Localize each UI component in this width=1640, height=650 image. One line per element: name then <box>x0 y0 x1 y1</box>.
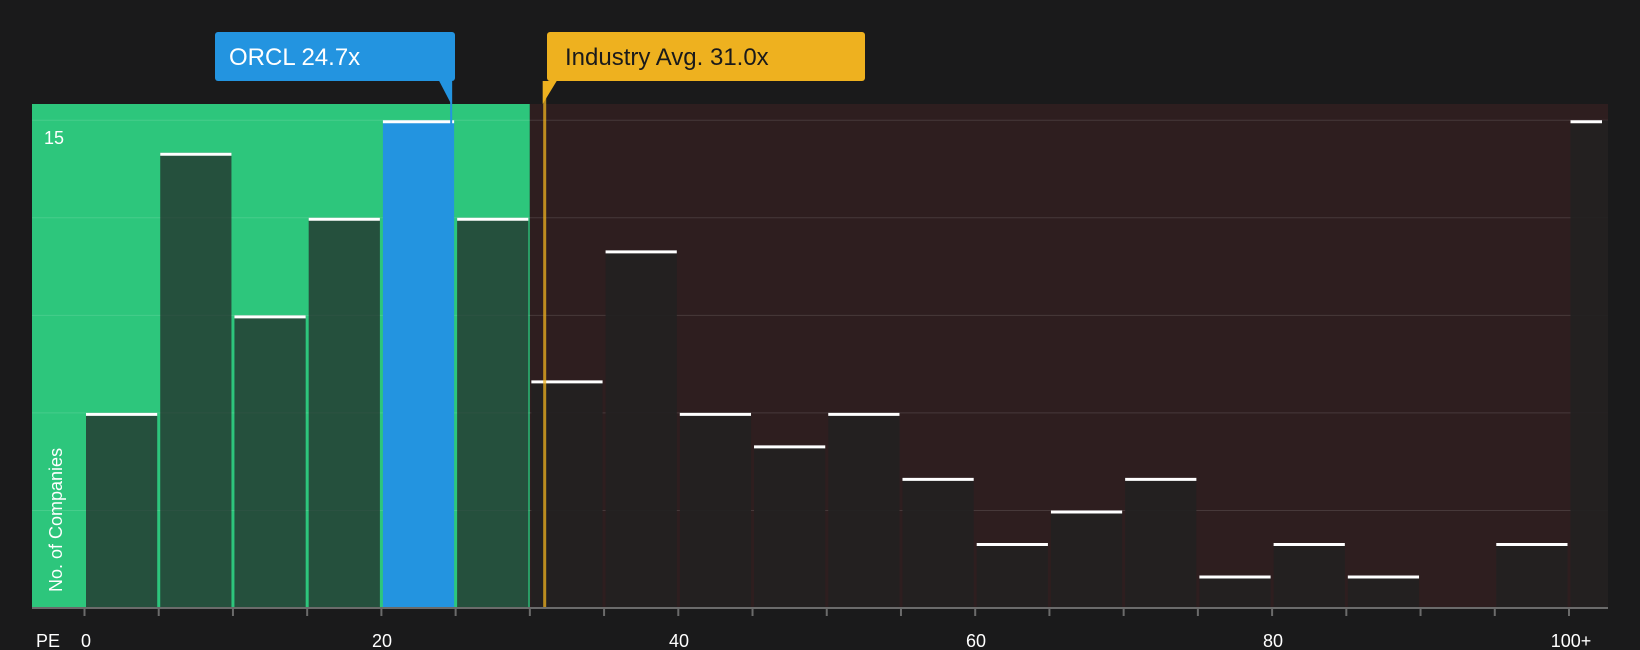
histogram-bar <box>531 380 603 608</box>
x-tick-label: 20 <box>372 631 392 650</box>
histogram-bar <box>754 445 826 608</box>
x-tick-label: 100+ <box>1551 631 1592 650</box>
histogram-bar <box>1199 575 1271 608</box>
x-tick-label: 0 <box>81 631 91 650</box>
histogram-bar <box>382 120 455 609</box>
histogram-bar <box>1125 477 1197 608</box>
histogram-bar <box>160 152 232 608</box>
x-tick-label: 40 <box>669 631 689 650</box>
histogram-bar <box>457 217 529 608</box>
company-callout-label: ORCL 24.7x <box>229 44 360 71</box>
histogram-bar <box>828 412 900 608</box>
histogram-bar <box>1496 542 1568 608</box>
histogram-bar <box>1050 510 1123 608</box>
histogram-bar <box>1570 120 1608 609</box>
industry-callout-label: Industry Avg. 31.0x <box>565 44 769 71</box>
pe-distribution-chart: 15 No. of Companies PE 0 20 40 60 80 100… <box>0 0 1640 650</box>
y-tick-label: 15 <box>44 128 64 148</box>
histogram-bar <box>1347 575 1420 608</box>
histogram-bar <box>234 315 306 608</box>
histogram-bar <box>1273 542 1345 608</box>
x-axis-title: PE <box>36 631 60 650</box>
histogram-bar <box>605 250 677 609</box>
histogram-bar <box>902 477 974 608</box>
histogram-bar <box>308 217 380 608</box>
histogram-bar <box>86 412 158 608</box>
x-tick-label: 60 <box>966 631 986 650</box>
histogram-bar <box>679 412 752 608</box>
histogram-bar <box>976 542 1048 608</box>
x-tick-label: 80 <box>1263 631 1283 650</box>
y-axis-title: No. of Companies <box>46 448 66 592</box>
